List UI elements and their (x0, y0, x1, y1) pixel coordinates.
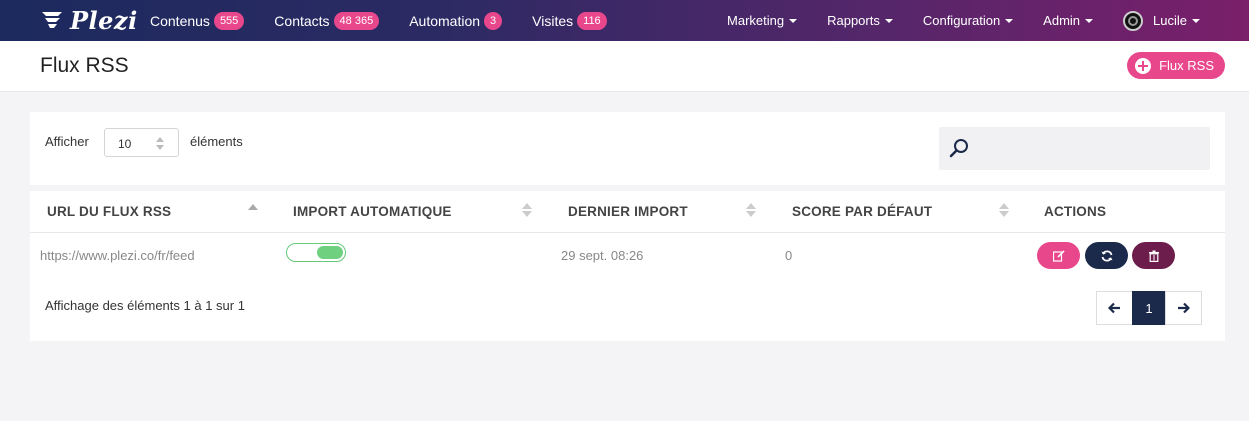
menu-label: Marketing (727, 13, 785, 28)
caret-down-icon (884, 18, 893, 23)
caret-down-icon (1085, 18, 1094, 23)
plezi-logo[interactable]: Plezi (40, 2, 138, 38)
toggle-knob (317, 246, 343, 259)
top-navbar: Plezi Contenus 555 Contacts 48 365 Autom… (0, 0, 1249, 41)
count-badge: 48 365 (333, 11, 380, 30)
menu-rapports[interactable]: Rapports (827, 13, 893, 28)
column-header-actions: ACTIONS (1044, 204, 1107, 219)
table-header: URL DU FLUX RSS IMPORT AUTOMATIQUE DERNI… (30, 191, 1225, 233)
add-rss-feed-button[interactable]: Flux RSS (1127, 52, 1225, 79)
main-nav: Contenus 555 Contacts 48 365 Automation … (150, 0, 637, 41)
user-menu[interactable]: Lucile (1123, 10, 1200, 31)
column-header-url[interactable]: URL DU FLUX RSS (47, 204, 171, 219)
nav-label: Visites (532, 12, 574, 29)
nav-contenus[interactable]: Contenus 555 (150, 11, 245, 30)
search-input[interactable] (939, 127, 1210, 170)
column-header-auto-import[interactable]: IMPORT AUTOMATIQUE (293, 204, 452, 219)
logo-text: Plezi (70, 5, 138, 35)
previous-page-button[interactable] (1096, 291, 1133, 325)
caret-down-icon (1192, 18, 1200, 23)
nav-contacts[interactable]: Contacts 48 365 (274, 11, 380, 30)
sort-icon[interactable] (522, 203, 532, 219)
wing-icon (42, 12, 62, 28)
sort-asc-icon[interactable] (248, 203, 258, 219)
nav-label: Contenus (150, 12, 210, 29)
arrow-left-icon (1108, 302, 1120, 314)
count-badge: 3 (484, 11, 503, 30)
user-name: Lucile (1153, 13, 1187, 28)
menu-configuration[interactable]: Configuration (922, 13, 1014, 28)
refresh-icon (1101, 249, 1112, 262)
edit-button[interactable] (1037, 242, 1080, 269)
page-header: Flux RSS Flux RSS (0, 41, 1249, 92)
menu-label: Rapports (827, 13, 880, 28)
delete-button[interactable] (1132, 242, 1175, 269)
page-length-select[interactable]: 10 (104, 128, 179, 157)
default-score: 0 (785, 248, 793, 263)
edit-icon (1052, 249, 1065, 262)
select-arrows-icon (156, 137, 164, 151)
menu-label: Configuration (922, 13, 1001, 28)
page-title: Flux RSS (40, 54, 129, 77)
nav-label: Automation (409, 12, 481, 29)
elements-label: éléments (190, 134, 243, 149)
nav-visites[interactable]: Visites 116 (532, 11, 607, 30)
refresh-button[interactable] (1085, 242, 1128, 269)
nav-automation[interactable]: Automation 3 (409, 11, 503, 30)
sort-icon[interactable] (746, 203, 756, 219)
caret-down-icon (789, 18, 798, 23)
column-header-last-import[interactable]: DERNIER IMPORT (568, 204, 688, 219)
page-length-value: 10 (118, 137, 132, 151)
count-badge: 116 (577, 11, 607, 30)
show-label: Afficher (45, 134, 89, 149)
plus-icon (1135, 57, 1152, 74)
menu-label: Admin (1043, 13, 1081, 28)
next-page-button[interactable] (1165, 291, 1202, 325)
table-controls: Afficher 10 éléments (30, 112, 1225, 185)
caret-down-icon (1005, 18, 1014, 23)
menu-admin[interactable]: Admin (1043, 13, 1094, 28)
feed-url[interactable]: https://www.plezi.co/fr/feed (40, 248, 195, 263)
table-row: https://www.plezi.co/fr/feed 29 sept. 08… (30, 234, 1225, 276)
add-button-label: Flux RSS (1159, 58, 1214, 73)
avatar (1123, 10, 1144, 31)
column-header-default-score[interactable]: SCORE PAR DÉFAUT (792, 204, 932, 219)
auto-import-toggle[interactable] (286, 243, 346, 262)
page-button-current[interactable]: 1 (1132, 291, 1166, 325)
arrow-right-icon (1178, 302, 1190, 314)
nav-label: Contacts (274, 12, 330, 29)
secondary-nav: Marketing Rapports Configuration Admin L… (727, 0, 1249, 41)
trash-icon (1148, 250, 1159, 262)
search-icon (949, 139, 968, 158)
sort-icon[interactable] (999, 203, 1009, 219)
last-import-date: 29 sept. 08:26 (561, 248, 644, 263)
pagination: 1 (1096, 291, 1202, 325)
pagination-info: Affichage des éléments 1 à 1 sur 1 (45, 298, 245, 313)
rss-feeds-table: URL DU FLUX RSS IMPORT AUTOMATIQUE DERNI… (30, 191, 1225, 341)
menu-marketing[interactable]: Marketing (727, 13, 798, 28)
count-badge: 555 (213, 11, 245, 30)
